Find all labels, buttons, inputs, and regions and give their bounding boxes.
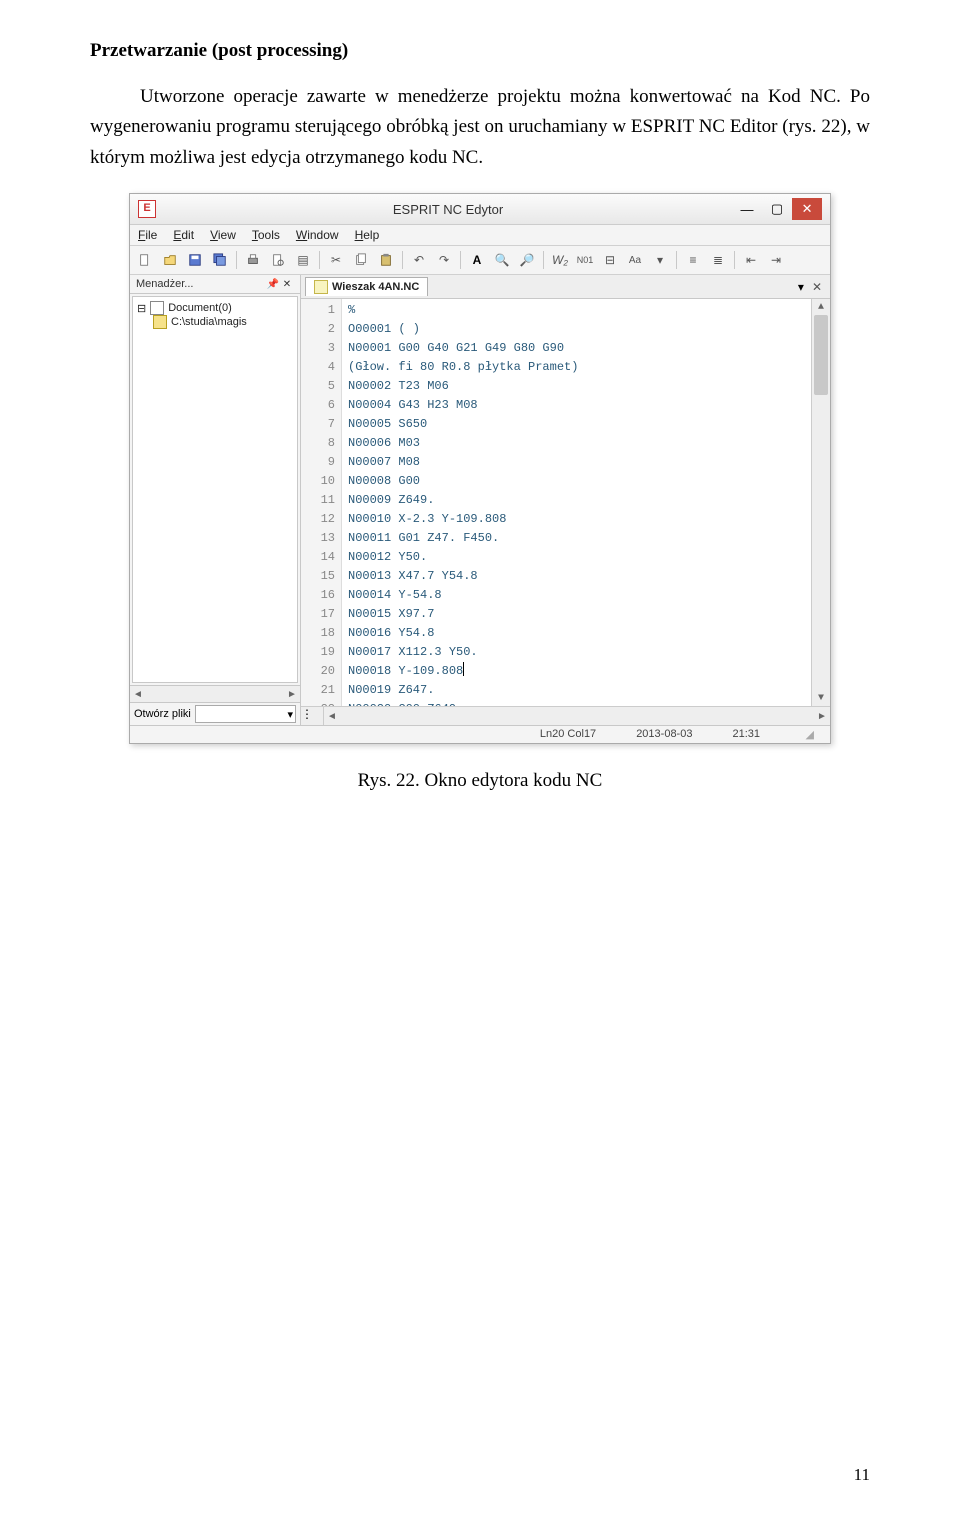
panel-close-icon[interactable]: ✕ [280,277,294,291]
redo-icon[interactable]: ↷ [433,249,455,271]
file-tab-label: Wieszak 4AN.NC [332,281,419,293]
editor-window: E ESPRIT NC Edytor — ▢ ✕ File Edit View … [129,193,831,744]
file-tab-row: Wieszak 4AN.NC ▾ ✕ [301,275,830,299]
menu-file[interactable]: File [138,228,157,242]
document-icon [150,301,164,315]
tree-root: Document(0) [168,302,232,314]
section-title: Przetwarzanie (post processing) [90,40,870,62]
scroll-thumb[interactable] [814,315,828,395]
scroll-right-icon[interactable]: ► [814,707,830,725]
find-icon[interactable]: 🔍 [491,249,513,271]
menu-window[interactable]: Window [296,228,339,242]
status-date: 2013-08-03 [636,728,692,741]
save-all-icon[interactable] [209,249,231,271]
format-button[interactable]: ⊟ [599,249,621,271]
outdent-icon[interactable]: ⇥ [765,249,787,271]
title-bar: E ESPRIT NC Edytor — ▢ ✕ [130,194,830,225]
menu-tools[interactable]: Tools [252,228,280,242]
minimize-button[interactable]: — [732,198,762,220]
line-gutter: 12345678910111213141516171819202122 [301,299,342,706]
resize-grip-icon[interactable]: ◢ [800,728,814,741]
main-area: Menadżer... 📌 ✕ ⊟ Document(0) [130,275,830,725]
editor-h-scrollbar[interactable]: ⋮ ◄ ► [301,706,830,725]
figure: E ESPRIT NC Edytor — ▢ ✕ File Edit View … [90,193,870,792]
scroll-up-icon[interactable]: ▲ [812,299,830,315]
panel-title: Menadżer... [136,278,193,290]
new-file-icon[interactable] [134,249,156,271]
font-button[interactable]: A [466,249,488,271]
tab-dropdown-icon[interactable]: ▾ [798,280,804,294]
w-button[interactable]: W₂ [549,249,571,271]
open-files-label: Otwórz pliki [134,708,191,720]
case-button[interactable]: Aa [624,249,646,271]
align-center-icon[interactable]: ≣ [707,249,729,271]
scroll-down-icon[interactable]: ▼ [812,690,830,706]
open-files-combo[interactable]: ▾ [195,705,296,723]
document-page: Przetwarzanie (post processing) Utworzon… [0,0,960,1515]
menu-edit[interactable]: Edit [173,228,194,242]
scroll-left-icon[interactable]: ◄ [130,686,146,702]
open-files-row: Otwórz pliki ▾ [130,702,300,725]
editor-v-scrollbar[interactable]: ▲ ▼ [811,299,830,706]
status-bar: Ln20 Col17 2013-08-03 21:31 ◢ [130,725,830,743]
body-paragraph: Utworzone operacje zawarte w menedżerze … [90,82,870,173]
pin-icon[interactable]: 📌 [266,277,280,291]
indent-icon[interactable]: ⇤ [740,249,762,271]
folder-icon [153,315,167,329]
status-position: Ln20 Col17 [540,728,596,741]
preview-icon[interactable] [267,249,289,271]
dropdown-icon[interactable]: ▾ [649,249,671,271]
paste-icon[interactable] [375,249,397,271]
panel-h-scrollbar[interactable]: ◄ ► [130,685,300,702]
find-next-icon[interactable]: 🔎 [516,249,538,271]
save-icon[interactable] [184,249,206,271]
align-left-icon[interactable]: ≡ [682,249,704,271]
window-title: ESPRIT NC Edytor [393,202,503,217]
document-tree[interactable]: ⊟ Document(0) C:\studia\magis [132,296,298,683]
file-tab[interactable]: Wieszak 4AN.NC [305,277,428,296]
cut-icon[interactable]: ✂ [325,249,347,271]
copy-icon[interactable] [350,249,372,271]
figure-caption: Rys. 22. Okno edytora kodu NC [90,770,870,792]
page-number: 11 [854,1465,870,1485]
tab-close-icon[interactable]: ✕ [808,280,826,294]
menu-bar: File Edit View Tools Window Help [130,225,830,246]
toolbar: ▤ ✂ ↶ ↷ A 🔍 🔎 W₂ N01 ⊟ Aa ▾ ≡ ≣ [130,246,830,275]
code-area: 12345678910111213141516171819202122 %O00… [301,299,830,706]
menu-help[interactable]: Help [355,228,380,242]
file-tab-icon [314,280,328,294]
scroll-corner: ⋮ [301,707,324,725]
code-text[interactable]: %O00001 ( )N00001 G00 G40 G21 G49 G80 G9… [342,299,811,706]
panel-header: Menadżer... 📌 ✕ [130,275,300,294]
properties-icon[interactable]: ▤ [292,249,314,271]
manager-panel: Menadżer... 📌 ✕ ⊟ Document(0) [130,275,301,725]
open-file-icon[interactable] [159,249,181,271]
print-icon[interactable] [242,249,264,271]
app-icon: E [138,200,156,218]
editor-panel: Wieszak 4AN.NC ▾ ✕ 123456789101112131415… [301,275,830,725]
undo-icon[interactable]: ↶ [408,249,430,271]
status-time: 21:31 [732,728,760,741]
menu-view[interactable]: View [210,228,236,242]
tree-child: C:\studia\magis [171,316,247,328]
scroll-left-icon[interactable]: ◄ [324,707,340,725]
maximize-button[interactable]: ▢ [762,198,792,220]
scroll-right-icon[interactable]: ► [284,686,300,702]
n01-button[interactable]: N01 [574,249,596,271]
close-button[interactable]: ✕ [792,198,822,220]
